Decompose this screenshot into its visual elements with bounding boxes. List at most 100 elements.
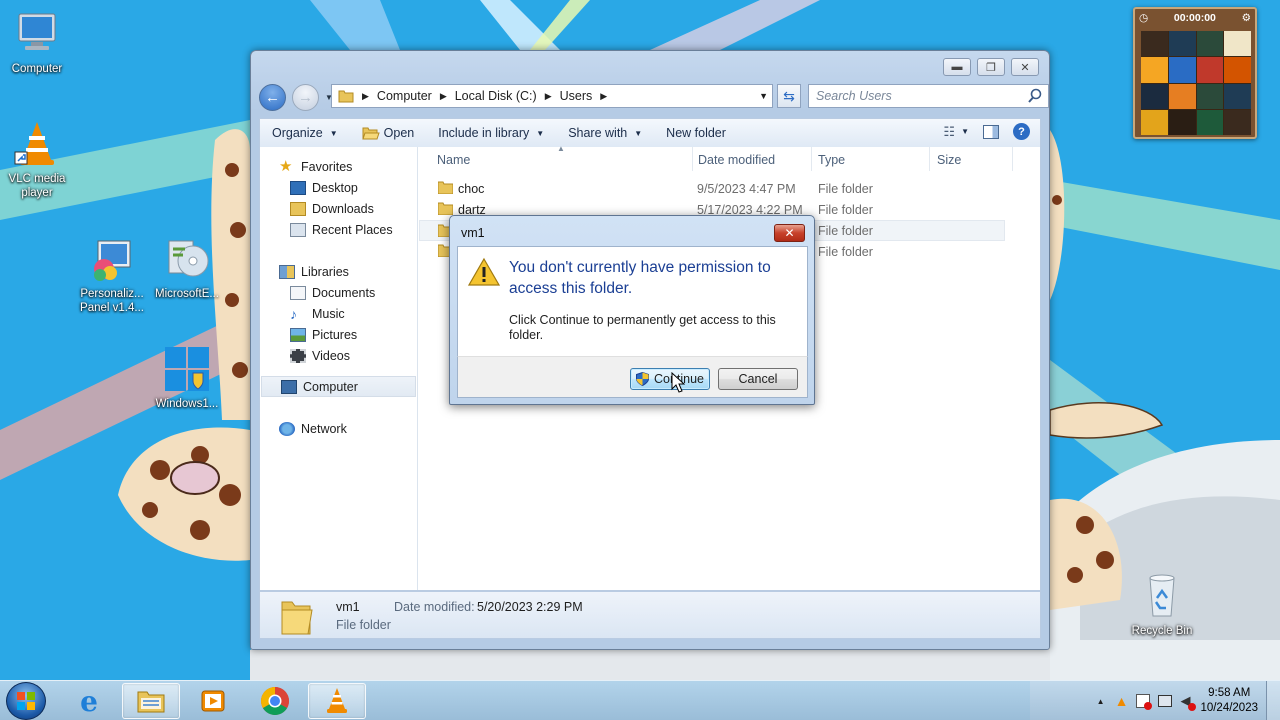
desktop-icon-label: Computer	[11, 63, 63, 75]
share-label: Share with	[568, 126, 628, 140]
volume-muted-icon[interactable]: ◀	[1180, 693, 1197, 711]
taskbar-vlc[interactable]	[308, 683, 366, 719]
breadcrumb-users[interactable]: Users	[560, 89, 593, 103]
folder-icon	[438, 181, 453, 194]
start-button[interactable]	[6, 682, 46, 720]
warning-icon	[468, 257, 500, 286]
clock-time: 9:58 AM	[1208, 687, 1251, 699]
continue-button[interactable]: Continue	[630, 368, 710, 390]
file-name: choc	[458, 182, 485, 196]
nav-label: Desktop	[312, 180, 358, 195]
refresh-button[interactable]: ⇆	[777, 84, 801, 108]
new-folder-button[interactable]: New folder	[654, 126, 738, 140]
nav-pictures[interactable]: Pictures	[260, 324, 417, 345]
change-view-button[interactable]: ☷ ▼	[943, 124, 969, 140]
new-folder-label: New folder	[666, 126, 726, 140]
show-hidden-icons-button[interactable]: ▲	[1097, 697, 1105, 706]
taskbar-file-explorer[interactable]	[122, 683, 180, 719]
nav-music[interactable]: ♪ Music	[260, 303, 417, 324]
selected-item-name: vm1	[336, 600, 360, 614]
puzzle-grid[interactable]	[1141, 31, 1251, 135]
restore-button[interactable]: ❐	[977, 58, 1005, 76]
computer-icon	[281, 379, 297, 394]
address-dropdown-icon[interactable]: ▼	[759, 91, 768, 101]
desktop-icon-vlc[interactable]: VLC media player	[0, 120, 77, 200]
nav-label: Network	[301, 421, 347, 436]
nav-downloads[interactable]: Downloads	[260, 198, 417, 219]
nav-favorites[interactable]: ★ Favorites	[260, 156, 417, 177]
show-desktop-button[interactable]	[1266, 681, 1280, 720]
column-name[interactable]: Name	[437, 153, 470, 167]
action-center-flag-icon[interactable]	[1136, 694, 1153, 710]
organize-label: Organize	[272, 126, 323, 140]
breadcrumb-separator-icon[interactable]: ▶	[600, 91, 607, 102]
desktop-icon-recycle-bin[interactable]: Recycle Bin	[1122, 572, 1202, 638]
setup-disc-icon	[163, 235, 211, 283]
desktop-icon-label: Personaliz... Panel v1.4...	[80, 288, 144, 314]
sort-ascending-icon: ▲	[557, 144, 565, 153]
vlc-icon	[327, 688, 347, 713]
share-with-button[interactable]: Share with ▼	[556, 126, 654, 140]
dialog-close-button[interactable]: ✕	[774, 224, 805, 242]
column-date-modified[interactable]: Date modified	[698, 153, 775, 167]
desktop-icon-computer[interactable]: Computer	[0, 10, 77, 76]
breadcrumb-local-disk[interactable]: Local Disk (C:)	[455, 89, 537, 103]
folder-icon	[438, 202, 453, 215]
help-button[interactable]: ?	[1013, 123, 1030, 140]
column-size[interactable]: Size	[937, 153, 961, 167]
chevron-down-icon: ▼	[536, 128, 545, 138]
nav-label: Videos	[312, 348, 350, 363]
nav-desktop[interactable]: Desktop	[260, 177, 417, 198]
permission-dialog[interactable]: vm1 ✕ You don't currently have permissio…	[449, 215, 815, 405]
minimize-button[interactable]: ▬	[943, 58, 971, 76]
dialog-heading: You don't currently have permission to a…	[509, 259, 771, 297]
organize-button[interactable]: Organize ▼	[260, 126, 350, 140]
taskbar-internet-explorer[interactable]: e	[60, 683, 118, 719]
clock[interactable]: 9:58 AM 10/24/2023	[1200, 686, 1258, 716]
column-headers: Name ▲ Date modified Type Size	[419, 144, 1040, 173]
column-type[interactable]: Type	[818, 153, 845, 167]
nav-documents[interactable]: Documents	[260, 282, 417, 303]
cancel-button[interactable]: Cancel	[718, 368, 798, 390]
desktop-icon-microsoft-edge[interactable]: MicrosoftE...	[147, 235, 227, 301]
forward-button[interactable]: →	[292, 83, 319, 111]
nav-network[interactable]: Network	[260, 418, 417, 439]
file-type: File folder	[818, 245, 873, 259]
forward-arrow-icon: →	[298, 88, 313, 106]
mouse-cursor-icon	[671, 372, 685, 393]
nav-libraries[interactable]: Libraries	[260, 261, 417, 282]
gadget-options-icon[interactable]: ⚙	[1242, 12, 1251, 24]
navigation-pane[interactable]: ★ Favorites Desktop Downloads Recent Pla…	[260, 147, 418, 590]
nav-label: Music	[312, 306, 345, 321]
close-button[interactable]: ✕	[1011, 58, 1039, 76]
breadcrumb-separator-icon[interactable]: ▶	[545, 91, 552, 102]
picture-puzzle-gadget[interactable]: ◷ 00:00:00 ⚙	[1133, 7, 1257, 139]
preview-pane-button[interactable]	[983, 124, 999, 139]
taskbar-media-player[interactable]	[184, 683, 242, 719]
file-explorer-icon	[137, 691, 165, 713]
network-icon	[279, 421, 295, 436]
open-folder-icon	[361, 127, 380, 140]
table-row[interactable]: choc 9/5/2023 4:47 PM File folder	[419, 178, 1040, 199]
open-button[interactable]: Open	[350, 126, 427, 140]
breadcrumb-computer[interactable]: Computer	[377, 89, 432, 103]
include-in-library-button[interactable]: Include in library ▼	[426, 126, 556, 140]
network-tray-icon[interactable]	[1158, 695, 1173, 707]
nav-recent-places[interactable]: Recent Places	[260, 219, 417, 240]
back-button[interactable]: ←	[259, 83, 286, 111]
nav-computer[interactable]: Computer	[261, 376, 416, 397]
nav-videos[interactable]: Videos	[260, 345, 417, 366]
desktop-icon-windows-setup[interactable]: Windows1...	[147, 345, 227, 411]
chevron-down-icon: ▼	[961, 127, 969, 136]
search-input[interactable]: Search Users	[808, 84, 1049, 108]
vlc-tray-icon[interactable]: ▲	[1115, 693, 1129, 709]
breadcrumb-separator-icon[interactable]: ▶	[440, 91, 447, 102]
taskbar-chrome[interactable]	[246, 683, 304, 719]
file-date: 9/5/2023 4:47 PM	[697, 182, 796, 196]
nav-label: Computer	[303, 379, 358, 394]
dialog-message: Click Continue to permanently get access…	[509, 313, 776, 342]
address-bar[interactable]: ▶ Computer ▶ Local Disk (C:) ▶ Users ▶ ▼	[331, 84, 773, 108]
desktop-icon-personalization-panel[interactable]: Personaliz... Panel v1.4...	[72, 235, 152, 315]
gadget-timer: 00:00:00	[1173, 12, 1216, 24]
personalization-panel-icon	[88, 235, 136, 283]
